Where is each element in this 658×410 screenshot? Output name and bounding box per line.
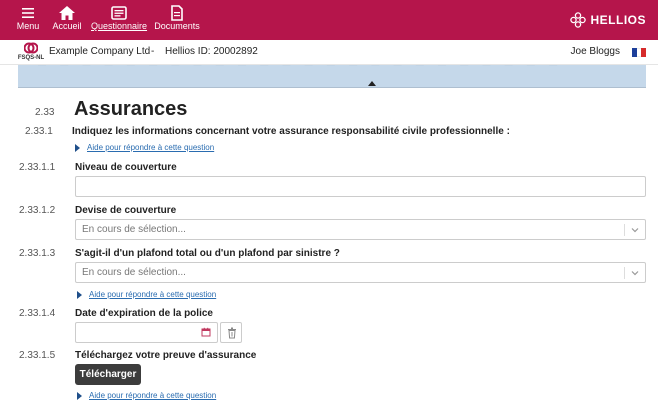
help-link[interactable]: Aide pour répondre à cette question bbox=[77, 290, 216, 299]
question-number: 2.33.1.3 bbox=[19, 248, 56, 259]
coverage-currency-select[interactable]: En cours de sélection... bbox=[75, 219, 646, 240]
organization-logo-text: FSQS-NL bbox=[17, 55, 45, 61]
user-name[interactable]: Joe Bloggs bbox=[571, 46, 620, 57]
top-nav-bar: Menu Accueil Questionnaire Documents HEL… bbox=[0, 0, 658, 40]
select-value: En cours de sélection... bbox=[82, 267, 186, 278]
help-link-text: Aide pour répondre à cette question bbox=[89, 290, 217, 299]
help-link-text: Aide pour répondre à cette question bbox=[89, 391, 217, 400]
hellios-logo-icon bbox=[570, 12, 587, 28]
company-separator: - bbox=[151, 46, 155, 57]
organization-logo: FSQS-NL bbox=[16, 42, 46, 64]
question-number: 2.33.1 bbox=[25, 126, 53, 137]
chevron-down-icon bbox=[631, 271, 639, 276]
trash-icon bbox=[228, 327, 236, 339]
nav-documents-label: Documents bbox=[154, 21, 200, 31]
brand-logo[interactable]: HELLIOS bbox=[570, 10, 646, 30]
nav-questionnaire-label: Questionnaire bbox=[91, 21, 148, 31]
expiry-date-group bbox=[75, 322, 242, 343]
current-position-indicator bbox=[368, 81, 376, 86]
fsqs-logo-icon bbox=[24, 42, 38, 54]
question-text: S'agit-il d'un plafond total ou d'un pla… bbox=[75, 248, 340, 259]
expiry-date-input[interactable] bbox=[75, 322, 218, 343]
select-divider bbox=[624, 267, 625, 279]
help-link-text: Aide pour répondre à cette question bbox=[87, 143, 215, 152]
nav-home-label: Accueil bbox=[52, 21, 82, 31]
question-number: 2.33.1.4 bbox=[19, 308, 56, 319]
upload-button[interactable]: Télécharger bbox=[75, 364, 141, 385]
hamburger-icon bbox=[22, 8, 34, 18]
question-text: Niveau de couverture bbox=[75, 162, 177, 173]
clear-date-button[interactable] bbox=[220, 322, 242, 343]
document-icon bbox=[171, 5, 183, 21]
question-number: 2.33.1.5 bbox=[19, 350, 56, 361]
select-divider bbox=[624, 224, 625, 236]
brand-name: HELLIOS bbox=[590, 13, 646, 27]
nav-questionnaire-button[interactable]: Questionnaire bbox=[91, 0, 147, 40]
expand-triangle-icon bbox=[77, 391, 82, 400]
question-text: Date d'expiration de la police bbox=[75, 308, 213, 319]
french-flag-icon[interactable] bbox=[632, 48, 647, 57]
ceiling-type-select[interactable]: En cours de sélection... bbox=[75, 262, 646, 283]
nav-documents-button[interactable]: Documents bbox=[153, 0, 201, 40]
question-progress-strip[interactable]: — — — — — — — — — — — — — — — — — — — — … bbox=[18, 65, 646, 88]
nav-home-button[interactable]: Accueil bbox=[49, 0, 85, 40]
nav-menu-label: Menu bbox=[16, 21, 40, 31]
hellios-id: Hellios ID: 20002892 bbox=[165, 46, 258, 57]
progress-ticks: — — — — — — — — — — — — — — — — — — — — … bbox=[38, 65, 563, 69]
help-link[interactable]: Aide pour répondre à cette question bbox=[77, 391, 216, 400]
questionnaire-icon bbox=[111, 6, 127, 20]
help-link[interactable]: Aide pour répondre à cette question bbox=[75, 143, 214, 152]
section-title: Assurances bbox=[74, 98, 188, 120]
chevron-down-icon bbox=[631, 228, 639, 233]
calendar-icon bbox=[201, 327, 211, 337]
section-number: 2.33 bbox=[35, 107, 55, 118]
expand-triangle-icon bbox=[75, 143, 80, 152]
company-name: Example Company Ltd bbox=[49, 46, 151, 57]
expand-triangle-icon bbox=[77, 290, 82, 299]
question-text: Téléchargez votre preuve d'assurance bbox=[75, 350, 257, 361]
question-text: Indiquez les informations concernant vot… bbox=[72, 126, 510, 137]
home-icon bbox=[59, 6, 75, 20]
question-text: Devise de couverture bbox=[75, 205, 177, 216]
coverage-level-input[interactable] bbox=[75, 176, 646, 197]
company-bar: FSQS-NL Example Company Ltd - Hellios ID… bbox=[0, 40, 658, 65]
select-value: En cours de sélection... bbox=[82, 224, 186, 235]
question-number: 2.33.1.1 bbox=[19, 162, 56, 173]
nav-menu-button[interactable]: Menu bbox=[10, 0, 46, 40]
question-number: 2.33.1.2 bbox=[19, 205, 56, 216]
